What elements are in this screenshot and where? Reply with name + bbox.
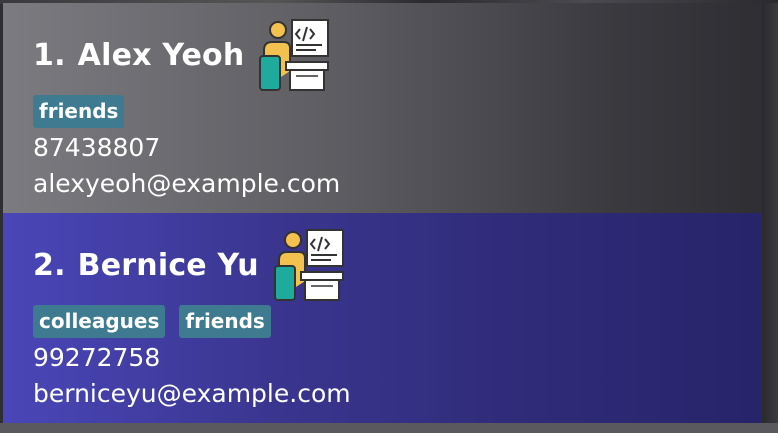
person-card-selected[interactable]: 2. Bernice Yu colleagues friends 9927275… (3, 213, 761, 423)
tag-friends: friends (33, 95, 125, 128)
person-phone: 87438807 (33, 133, 161, 162)
tag-colleagues: colleagues (33, 305, 166, 338)
person-header: 1. Alex Yeoh (33, 19, 332, 91)
person-name: Alex Yeoh (77, 37, 245, 73)
tag-list: colleagues friends (33, 305, 271, 338)
person-card[interactable]: 1. Alex Yeoh friends 87438807 alexyeoh@e… (3, 3, 761, 213)
list-scrollbar[interactable] (762, 3, 778, 423)
person-header: 2. Bernice Yu (33, 229, 347, 301)
person-index: 1. (33, 37, 66, 73)
tag-list: friends (33, 95, 125, 128)
tag-friends: friends (179, 305, 271, 338)
developer-avatar-icon (273, 229, 344, 301)
person-email: alexyeoh@example.com (33, 169, 341, 198)
person-list[interactable]: 1. Alex Yeoh friends 87438807 alexyeoh@e… (3, 3, 761, 429)
person-name: Bernice Yu (77, 247, 259, 283)
person-email: berniceyu@example.com (33, 379, 351, 408)
person-phone: 99272758 (33, 343, 161, 372)
developer-avatar-icon (259, 19, 330, 91)
person-index: 2. (33, 247, 66, 283)
list-bottom-edge (0, 423, 778, 433)
